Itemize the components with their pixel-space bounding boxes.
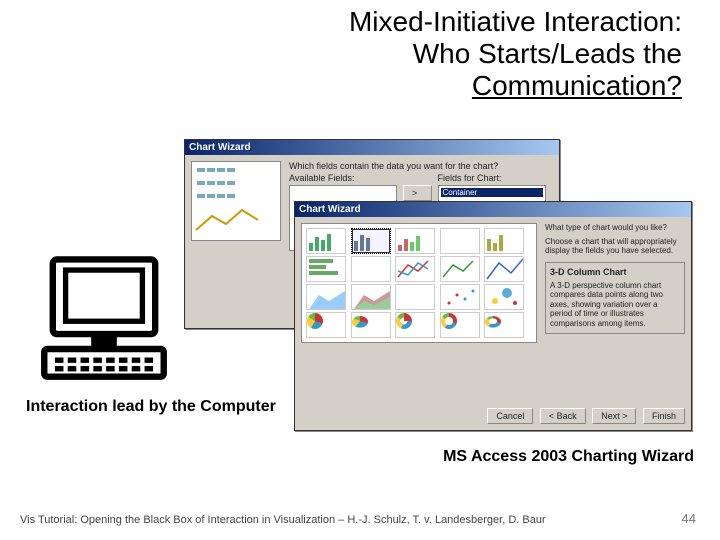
wizard-front-question: What type of chart would you like? — [545, 223, 685, 233]
available-fields-label: Available Fields: — [289, 173, 397, 183]
title-line-1: Mixed-Initiative Interaction: — [349, 6, 682, 37]
chart-type-option[interactable] — [306, 284, 346, 310]
title-line-2: Who Starts/Leads the — [413, 38, 682, 69]
chart-type-option[interactable] — [395, 312, 435, 338]
slide-title: Mixed-Initiative Interaction: Who Starts… — [182, 6, 682, 103]
interaction-caption: Interaction lead by the Computer — [26, 398, 276, 416]
chart-type-option-selected[interactable] — [351, 228, 391, 254]
wizard-back-sample-chart — [191, 161, 281, 241]
chart-type-option[interactable] — [395, 228, 435, 254]
chart-type-option[interactable] — [440, 228, 480, 254]
chart-type-option[interactable] — [351, 284, 391, 310]
chart-type-option[interactable] — [395, 256, 435, 282]
wizard-front-button-bar: Cancel < Back Next > Finish — [301, 408, 685, 424]
move-right-button[interactable]: > — [403, 185, 432, 201]
footer-citation: Vis Tutorial: Opening the Black Box of I… — [20, 514, 546, 526]
wizard-back-titlebar: Chart Wizard — [185, 140, 559, 155]
chart-type-option[interactable] — [306, 256, 346, 282]
chart-type-option[interactable] — [484, 312, 524, 338]
chart-type-description-body: A 3-D perspective column chart compares … — [550, 281, 680, 329]
chart-type-option[interactable] — [351, 256, 391, 282]
chart-type-option[interactable] — [306, 312, 346, 338]
back-button[interactable]: < Back — [540, 408, 586, 424]
slide: Mixed-Initiative Interaction: Who Starts… — [0, 0, 720, 540]
next-button[interactable]: Next > — [592, 408, 636, 424]
chart-type-description-title: 3-D Column Chart — [550, 267, 680, 278]
wizard-front-titlebar: Chart Wizard — [295, 202, 691, 217]
wizard-front-right-panel: What type of chart would you like? Choos… — [545, 223, 685, 343]
finish-button[interactable]: Finish — [643, 408, 685, 424]
chart-type-option[interactable] — [440, 256, 480, 282]
chart-type-option[interactable] — [484, 284, 524, 310]
chart-type-grid — [301, 223, 537, 343]
chart-type-option[interactable] — [484, 256, 524, 282]
wizard-caption: MS Access 2003 Charting Wizard — [443, 448, 694, 466]
chart-type-option[interactable] — [306, 228, 346, 254]
selected-field-item[interactable]: Container — [441, 188, 543, 197]
chart-type-option[interactable] — [395, 284, 435, 310]
wizard-front-window: Chart Wizard — [294, 201, 692, 431]
chart-type-description-box: 3-D Column Chart A 3-D perspective colum… — [545, 262, 685, 334]
chart-type-option[interactable] — [440, 312, 480, 338]
chart-type-option[interactable] — [440, 284, 480, 310]
wizard-front-hint: Choose a chart that will appropriately d… — [545, 237, 685, 256]
chart-fields-label: Fields for Chart: — [438, 173, 546, 183]
chart-type-option[interactable] — [351, 312, 391, 338]
page-number: 44 — [682, 511, 696, 526]
cancel-button[interactable]: Cancel — [487, 408, 533, 424]
computer-icon — [40, 252, 168, 382]
chart-type-option[interactable] — [484, 228, 524, 254]
title-line-3: Communication? — [472, 70, 682, 101]
wizard-back-prompt: Which fields contain the data you want f… — [289, 161, 553, 171]
